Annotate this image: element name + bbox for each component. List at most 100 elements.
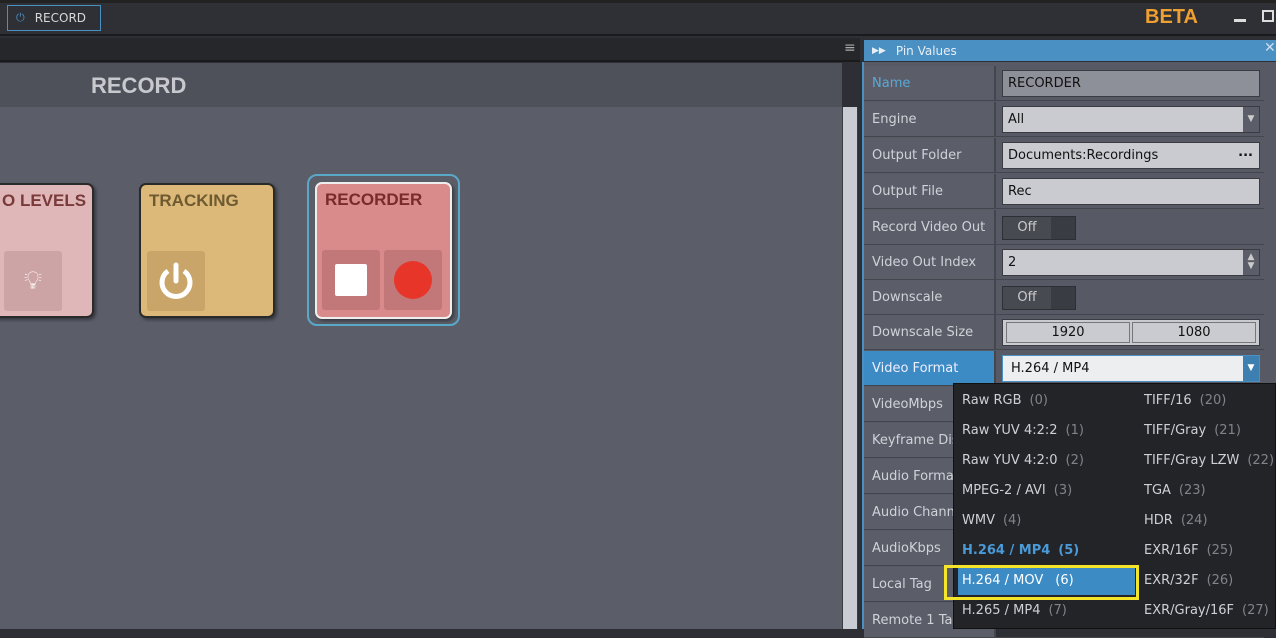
video-format-option[interactable]: Raw YUV 4:2:2 (1) bbox=[962, 423, 1084, 438]
video-format-option[interactable]: Raw RGB (0) bbox=[962, 393, 1048, 408]
option-label: Raw YUV 4:2:2 bbox=[962, 423, 1058, 438]
video-format-option[interactable]: H.265 / MP4 (7) bbox=[962, 603, 1067, 618]
beta-label: BETA bbox=[1145, 6, 1198, 28]
option-label: TIFF/16 bbox=[1144, 393, 1192, 408]
power-icon bbox=[159, 262, 193, 299]
record-tab[interactable]: ⏻ RECORD bbox=[7, 5, 101, 31]
engine-value: All bbox=[1008, 112, 1025, 127]
tile-title: RECORDER bbox=[325, 190, 423, 209]
tile-tracking[interactable]: TRACKING bbox=[139, 183, 275, 318]
row-label: Video Format bbox=[864, 351, 996, 385]
panel-strip bbox=[0, 38, 860, 62]
option-index: (25) bbox=[1206, 543, 1234, 558]
option-index: (24) bbox=[1180, 513, 1208, 528]
option-index: (22) bbox=[1247, 453, 1275, 468]
output-file-field[interactable]: Rec bbox=[1002, 178, 1260, 205]
video-format-option[interactable]: EXR/16F (25) bbox=[1144, 543, 1233, 558]
video-format-option[interactable]: H.264 / MP4 (5) bbox=[962, 543, 1079, 558]
record-video-out-toggle[interactable]: Off bbox=[1002, 216, 1076, 240]
row-record-video-out: Record Video Out Off bbox=[864, 210, 1264, 245]
page-title: RECORD bbox=[91, 73, 187, 98]
output-folder-field[interactable]: Documents:Recordings... bbox=[1002, 142, 1260, 169]
tile-title: O LEVELS bbox=[2, 191, 87, 210]
video-format-option[interactable]: MPEG-2 / AVI (3) bbox=[962, 483, 1072, 498]
width-field[interactable]: 1920 bbox=[1006, 322, 1130, 343]
option-label: WMV bbox=[962, 513, 995, 528]
stop-button[interactable] bbox=[322, 250, 380, 310]
option-label: H.264 / MP4 bbox=[962, 543, 1051, 558]
record-tab-label: RECORD bbox=[34, 11, 87, 25]
menu-icon[interactable]: ≡ bbox=[844, 40, 856, 56]
row-label: Video Out Index bbox=[864, 245, 996, 279]
option-index: (20) bbox=[1199, 393, 1227, 408]
video-out-index-stepper[interactable]: 2 ▲ ▼ bbox=[1002, 249, 1260, 276]
row-video-out-index: Video Out Index 2 ▲ ▼ bbox=[864, 245, 1264, 280]
option-index: (2) bbox=[1065, 453, 1084, 468]
option-label: HDR bbox=[1144, 513, 1173, 528]
row-label: Downscale bbox=[864, 280, 996, 314]
engine-select[interactable]: All ▼ bbox=[1002, 106, 1260, 133]
video-format-option[interactable]: WMV (4) bbox=[962, 513, 1021, 528]
light-button[interactable]: 💡︎ bbox=[4, 251, 62, 311]
minimize-button[interactable] bbox=[1234, 12, 1246, 22]
name-field[interactable]: RECORDER bbox=[1002, 70, 1260, 97]
video-format-option[interactable]: Raw YUV 4:2:0 (2) bbox=[962, 453, 1084, 468]
video-format-option[interactable]: TIFF/16 (20) bbox=[1144, 393, 1226, 408]
video-format-value: H.264 / MP4 bbox=[1011, 361, 1090, 376]
browse-button[interactable]: ... bbox=[1238, 145, 1253, 160]
option-index: (26) bbox=[1206, 573, 1234, 588]
tile-levels[interactable]: O LEVELS 💡︎ bbox=[0, 183, 94, 318]
close-icon[interactable]: ✕ bbox=[1264, 40, 1276, 56]
toggle-label: Off bbox=[1003, 287, 1051, 309]
record-button[interactable] bbox=[384, 250, 442, 310]
video-format-select[interactable]: H.264 / MP4 ▼ bbox=[1002, 355, 1260, 382]
stepper-arrows-icon[interactable]: ▲ ▼ bbox=[1243, 250, 1259, 275]
option-label: EXR/16F bbox=[1144, 543, 1199, 558]
video-format-option[interactable]: EXR/32F (26) bbox=[1144, 573, 1233, 588]
highlight-box bbox=[944, 565, 1139, 600]
row-video-format: Video Format H.264 / MP4 ▼ bbox=[864, 351, 1264, 386]
record-dot-icon bbox=[394, 261, 432, 299]
tile-title: TRACKING bbox=[149, 191, 239, 210]
row-engine: Engine All ▼ bbox=[864, 102, 1264, 137]
row-downscale: Downscale Off bbox=[864, 280, 1264, 315]
tile-recorder[interactable]: RECORDER bbox=[315, 182, 452, 319]
video-format-option[interactable]: EXR/Gray/16F (27) bbox=[1144, 603, 1269, 618]
video-format-option[interactable]: TGA (23) bbox=[1144, 483, 1206, 498]
row-output-file: Output File Rec bbox=[864, 174, 1264, 209]
option-index: (3) bbox=[1053, 483, 1073, 498]
toggle-label: Off bbox=[1003, 217, 1051, 239]
option-index: (4) bbox=[1002, 513, 1022, 528]
panel-title: Pin Values bbox=[895, 43, 957, 58]
downscale-size-fields: 1920 1080 bbox=[1002, 319, 1260, 346]
row-output-folder: Output Folder Documents:Recordings... bbox=[864, 138, 1264, 173]
pin-values-header: ▶▶ Pin Values bbox=[864, 40, 1276, 61]
option-label: EXR/Gray/16F bbox=[1144, 603, 1235, 618]
option-index: (27) bbox=[1242, 603, 1269, 618]
power-button[interactable] bbox=[147, 251, 205, 311]
chevron-down-icon[interactable]: ▼ bbox=[1243, 356, 1259, 381]
video-format-option[interactable]: TIFF/Gray (21) bbox=[1144, 423, 1241, 438]
video-format-option[interactable]: HDR (24) bbox=[1144, 513, 1208, 528]
option-label: TIFF/Gray LZW bbox=[1144, 453, 1240, 468]
row-label: Engine bbox=[864, 102, 996, 136]
video-format-option[interactable]: TIFF/Gray LZW (22) bbox=[1144, 453, 1274, 468]
option-label: MPEG-2 / AVI bbox=[962, 483, 1046, 498]
option-index: (7) bbox=[1048, 603, 1067, 618]
chevron-down-icon[interactable]: ▼ bbox=[1243, 107, 1259, 132]
height-field[interactable]: 1080 bbox=[1132, 322, 1256, 343]
downscale-toggle[interactable]: Off bbox=[1002, 286, 1076, 310]
option-index: (5) bbox=[1058, 543, 1080, 558]
row-label: Output File bbox=[864, 174, 996, 208]
option-index: (1) bbox=[1065, 423, 1084, 438]
top-bar bbox=[0, 0, 1276, 36]
option-index: (0) bbox=[1029, 393, 1048, 408]
row-label: Record Video Out bbox=[864, 210, 996, 244]
option-label: H.265 / MP4 bbox=[962, 603, 1041, 618]
lightbulb-icon: 💡︎ bbox=[23, 265, 43, 296]
vertical-scrollbar[interactable] bbox=[842, 107, 858, 629]
stop-icon bbox=[335, 264, 367, 296]
restore-button[interactable] bbox=[1262, 10, 1274, 22]
collapse-icon[interactable]: ▶▶ bbox=[872, 46, 886, 56]
stepper-value: 2 bbox=[1008, 255, 1017, 270]
